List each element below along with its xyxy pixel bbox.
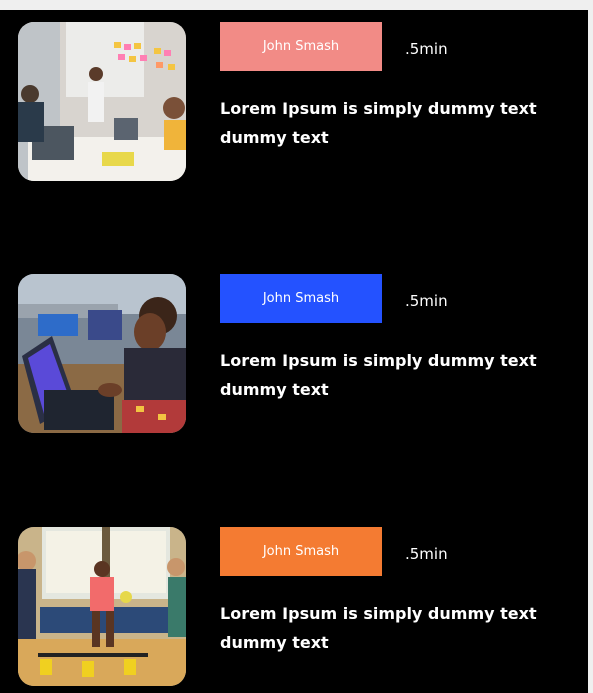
article-card[interactable]: John Smash .5min Lorem Ipsum is simply d… bbox=[18, 527, 588, 687]
article-feed: John Smash .5min Lorem Ipsum is simply d… bbox=[0, 10, 588, 693]
author-badge[interactable]: John Smash bbox=[220, 22, 382, 71]
article-headline[interactable]: Lorem Ipsum is simply dummy text dummy t… bbox=[220, 94, 585, 152]
article-card[interactable]: John Smash .5min Lorem Ipsum is simply d… bbox=[18, 274, 588, 434]
kids-gym-illustration bbox=[18, 527, 186, 686]
article-headline[interactable]: Lorem Ipsum is simply dummy text dummy t… bbox=[220, 346, 585, 404]
read-duration: .5min bbox=[405, 545, 448, 563]
author-badge[interactable]: John Smash bbox=[220, 527, 382, 576]
laptop-students-image[interactable] bbox=[18, 274, 186, 433]
read-duration: .5min bbox=[405, 292, 448, 310]
kids-gym-image[interactable] bbox=[18, 527, 186, 686]
read-duration: .5min bbox=[405, 40, 448, 58]
laptop-students-illustration bbox=[18, 274, 186, 433]
article-card[interactable]: John Smash .5min Lorem Ipsum is simply d… bbox=[18, 22, 588, 182]
author-badge[interactable]: John Smash bbox=[220, 274, 382, 323]
article-headline[interactable]: Lorem Ipsum is simply dummy text dummy t… bbox=[220, 599, 585, 657]
office-meeting-illustration bbox=[18, 22, 186, 181]
office-meeting-image[interactable] bbox=[18, 22, 186, 181]
